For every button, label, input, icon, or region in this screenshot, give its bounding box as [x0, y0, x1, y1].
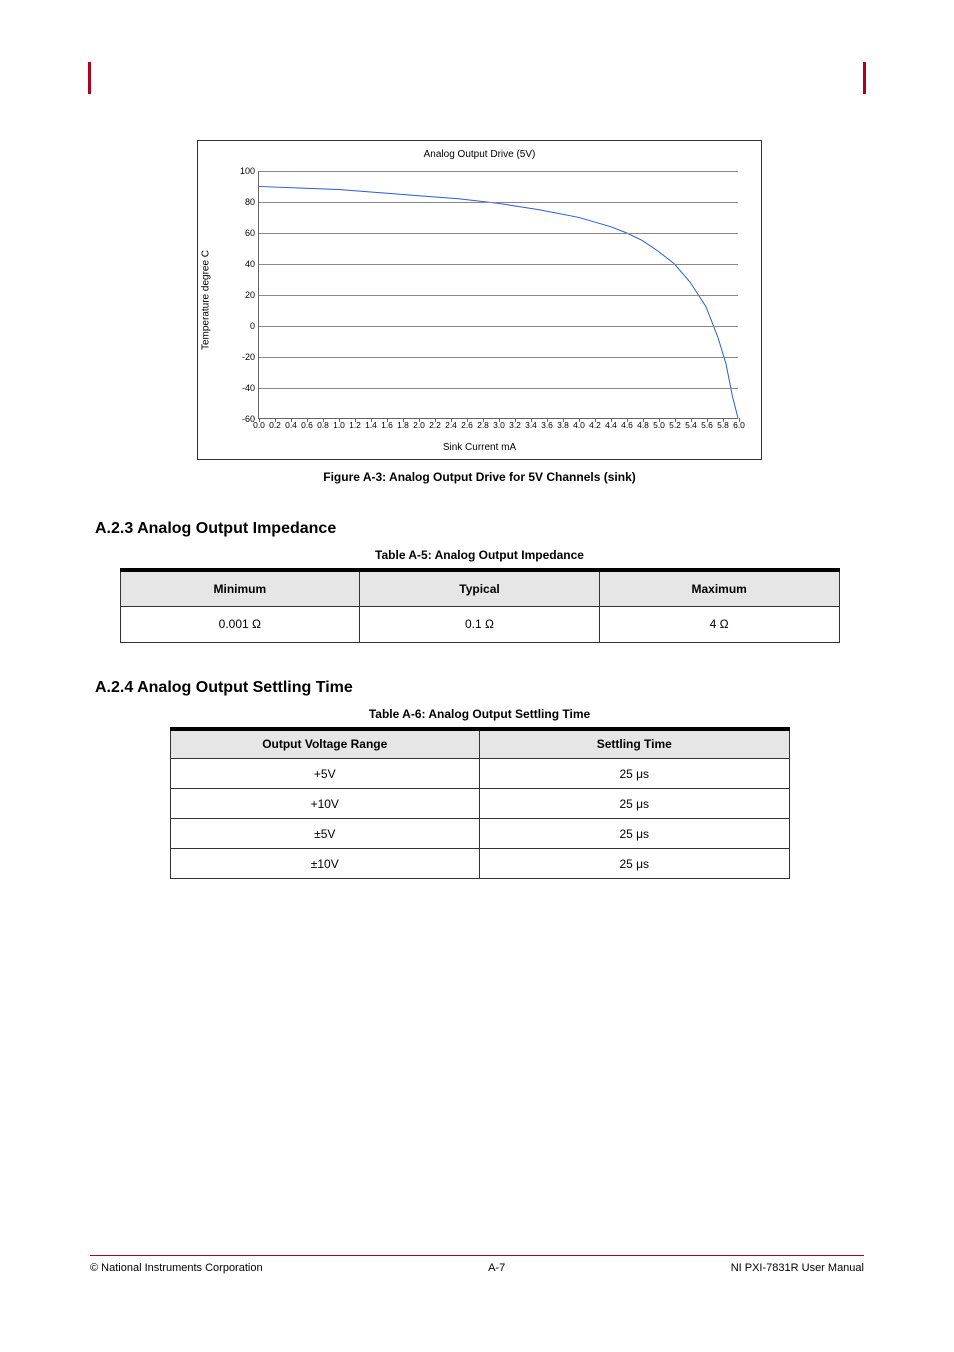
table-header: Typical [360, 570, 600, 606]
chart-xtick: 2.6 [461, 418, 473, 430]
chart-xtick: 2.0 [413, 418, 425, 430]
chart-ytick: -40 [242, 383, 259, 393]
chart-title: Analog Output Drive (5V) [198, 149, 761, 160]
chart-xtick: 3.6 [541, 418, 553, 430]
table-cell: ±5V [170, 819, 480, 849]
table-cell: 25 μs [480, 819, 790, 849]
chart-gridline [259, 233, 738, 234]
chart-ytick: -20 [242, 352, 259, 362]
chart-xtick: 0.2 [269, 418, 281, 430]
chart-xtick: 5.8 [717, 418, 729, 430]
chart-xtick: 5.4 [685, 418, 697, 430]
table-cell: 4 Ω [599, 606, 839, 642]
table-ao-impedance-caption: Table A-5: Analog Output Impedance [120, 548, 840, 562]
table-cell: 0.1 Ω [360, 606, 600, 642]
chart-xtick: 1.2 [349, 418, 361, 430]
chart-xtick: 1.8 [397, 418, 409, 430]
chart-xtick: 5.0 [653, 418, 665, 430]
chart-xtick: 3.8 [557, 418, 569, 430]
chart-xtick: 5.2 [669, 418, 681, 430]
chart-xtick: 4.6 [621, 418, 633, 430]
chart-xtick: 6.0 [733, 418, 745, 430]
chart-xtick: 3.2 [509, 418, 521, 430]
table-header: Minimum [120, 570, 360, 606]
chart-ytick: 40 [245, 259, 259, 269]
page-mark-right [863, 62, 866, 94]
chart-container: Analog Output Drive (5V) Temperature deg… [197, 140, 762, 484]
chart-xtick: 5.6 [701, 418, 713, 430]
chart-xtick: 4.2 [589, 418, 601, 430]
footer-right: NI PXI-7831R User Manual [731, 1262, 864, 1274]
chart-xtick: 4.4 [605, 418, 617, 430]
table-cell: 25 μs [480, 789, 790, 819]
chart-series-line [259, 186, 738, 418]
table-header: Output Voltage Range [170, 729, 480, 759]
chart-gridline [259, 171, 738, 172]
table-cell: ±10V [170, 849, 480, 879]
chart-xlabel: Sink Current mA [198, 442, 761, 453]
table-cell: 0.001 Ω [120, 606, 360, 642]
table-header: Maximum [599, 570, 839, 606]
chart-gridline [259, 357, 738, 358]
figure-caption: Figure A-3: Analog Output Drive for 5V C… [197, 470, 762, 484]
chart-frame: Analog Output Drive (5V) Temperature deg… [197, 140, 762, 460]
chart-xtick: 2.8 [477, 418, 489, 430]
table-ao-settling: Table A-6: Analog Output Settling Time O… [170, 707, 790, 880]
chart-xtick: 3.0 [493, 418, 505, 430]
table-cell: 25 μs [480, 849, 790, 879]
chart-ylabel: Temperature degree C [201, 250, 212, 350]
section-ao-impedance-title: A.2.3 Analog Output Impedance [95, 520, 864, 538]
chart-plot-area: -60-40-200204060801000.00.20.40.60.81.01… [258, 171, 738, 419]
chart-gridline [259, 388, 738, 389]
chart-gridline [259, 264, 738, 265]
chart-xtick: 2.4 [445, 418, 457, 430]
chart-xtick: 0.0 [253, 418, 265, 430]
table-ao-impedance: Table A-5: Analog Output Impedance Minim… [120, 548, 840, 643]
chart-ytick: 100 [240, 166, 259, 176]
chart-xtick: 3.4 [525, 418, 537, 430]
table-cell: 25 μs [480, 759, 790, 789]
chart-ytick: 60 [245, 228, 259, 238]
chart-xtick: 0.6 [301, 418, 313, 430]
page-mark-left [88, 62, 91, 94]
chart-xtick: 1.0 [333, 418, 345, 430]
chart-ytick: 0 [250, 321, 259, 331]
chart-ytick: 80 [245, 197, 259, 207]
chart-xtick: 2.2 [429, 418, 441, 430]
chart-xtick: 0.4 [285, 418, 297, 430]
chart-xtick: 4.8 [637, 418, 649, 430]
table-header: Settling Time [480, 729, 790, 759]
chart-xtick: 0.8 [317, 418, 329, 430]
chart-xtick: 1.6 [381, 418, 393, 430]
chart-xtick: 1.4 [365, 418, 377, 430]
chart-xtick: 4.0 [573, 418, 585, 430]
chart-gridline [259, 326, 738, 327]
chart-ytick: 20 [245, 290, 259, 300]
chart-gridline [259, 202, 738, 203]
table-cell: +5V [170, 759, 480, 789]
section-ao-settling-title: A.2.4 Analog Output Settling Time [95, 679, 864, 697]
table-cell: +10V [170, 789, 480, 819]
table-ao-settling-caption: Table A-6: Analog Output Settling Time [170, 707, 790, 721]
page-footer: © National Instruments Corporation A-7 N… [90, 1255, 864, 1274]
footer-center: A-7 [488, 1262, 505, 1274]
footer-left: © National Instruments Corporation [90, 1262, 263, 1274]
chart-gridline [259, 295, 738, 296]
